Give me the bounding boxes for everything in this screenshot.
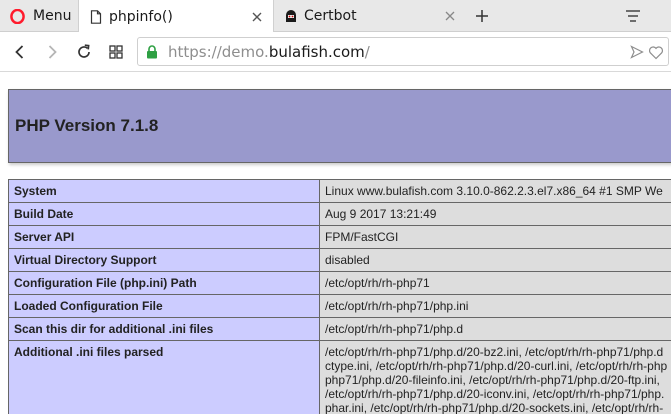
table-row: Loaded Configuration File /etc/opt/rh/rh… (8, 294, 671, 318)
table-row: Configuration File (php.ini) Path /etc/o… (8, 271, 671, 295)
document-icon (90, 9, 102, 24)
table-row: Scan this dir for additional .ini files … (8, 317, 671, 341)
close-tab-icon[interactable] (444, 10, 456, 22)
info-key: Loaded Configuration File (8, 294, 320, 318)
url-path: / (364, 42, 370, 61)
back-arrow-icon[interactable] (10, 42, 30, 62)
bookmark-heart-icon[interactable] (648, 45, 664, 60)
info-value-line: Aug 9 2017 13:21:49 (325, 207, 437, 221)
info-key: Server API (8, 225, 320, 249)
address-toolbar: https://demo. bulafish.com / (0, 32, 671, 72)
close-tab-icon[interactable] (251, 11, 263, 23)
info-value-line: /etc/opt/rh/rh-php71/php.d/20-iconv.ini,… (325, 387, 665, 401)
table-row: Virtual Directory Support disabled (8, 248, 671, 272)
info-value-line: FPM/FastCGI (325, 230, 399, 244)
info-value: /etc/opt/rh/rh-php71/php.d/20-bz2.ini, /… (319, 340, 671, 414)
tab-menu-icon[interactable] (624, 8, 642, 24)
reload-icon[interactable] (74, 42, 94, 62)
info-value-line: ctype.ini, /etc/opt/rh/rh-php71/php.d/20… (325, 359, 668, 373)
url-scheme: https:// (168, 42, 222, 61)
info-key: Virtual Directory Support (8, 248, 320, 272)
php-version-title: PHP Version 7.1.8 (15, 116, 159, 135)
table-row: Additional .ini files parsed /etc/opt/rh… (8, 340, 671, 414)
tab-title: phpinfo() (109, 8, 173, 25)
info-value: /etc/opt/rh/rh-php71/php.d (319, 317, 671, 341)
info-value-line: phar.ini, /etc/opt/rh/rh-php71/php.d/20-… (325, 401, 664, 414)
info-value: Aug 9 2017 13:21:49 (319, 202, 671, 226)
info-value-line: disabled (325, 253, 370, 267)
forward-arrow-icon[interactable] (42, 42, 62, 62)
phpinfo-table: System Linux www.bulafish.com 3.10.0-862… (8, 179, 671, 414)
secure-lock-icon[interactable] (146, 44, 158, 59)
url-domain: bulafish.com (268, 42, 365, 61)
info-key: Scan this dir for additional .ini files (8, 317, 320, 341)
new-tab-plus-icon[interactable] (474, 8, 490, 24)
table-row: Server API FPM/FastCGI (8, 225, 671, 249)
certbot-icon (286, 10, 296, 22)
opera-logo-icon (10, 8, 25, 24)
info-value-line: /etc/opt/rh/rh-php71/php.d (325, 322, 464, 336)
menu-label: Menu (33, 8, 72, 24)
php-version-header: PHP Version 7.1.8 (8, 89, 671, 163)
info-value: Linux www.bulafish.com 3.10.0-862.2.3.el… (319, 179, 671, 203)
info-value: /etc/opt/rh/rh-php71 (319, 271, 671, 295)
tab-title: Certbot (304, 8, 357, 24)
info-value-line: /etc/opt/rh/rh-php71/php.d/20-bz2.ini, /… (325, 345, 664, 359)
page-viewport: PHP Version 7.1.8 System Linux www.bulaf… (0, 73, 671, 414)
table-row: Build Date Aug 9 2017 13:21:49 (8, 202, 671, 226)
info-value-line: php71/php.d/20-fileinfo.ini, /etc/opt/rh… (325, 373, 660, 387)
info-value: /etc/opt/rh/rh-php71/php.ini (319, 294, 671, 318)
url-subdomain: demo. (221, 42, 269, 61)
info-key: Configuration File (php.ini) Path (8, 271, 320, 295)
send-arrow-icon[interactable] (630, 45, 644, 59)
table-row: System Linux www.bulafish.com 3.10.0-862… (8, 179, 671, 203)
info-key: Build Date (8, 202, 320, 226)
tab-phpinfo[interactable]: phpinfo() (78, 0, 274, 33)
address-bar[interactable]: https://demo. bulafish.com / (137, 37, 669, 66)
info-value-line: /etc/opt/rh/rh-php71/php.ini (325, 299, 469, 313)
opera-menu-button[interactable]: Menu (0, 0, 78, 32)
speed-dial-grid-icon[interactable] (106, 42, 126, 62)
tab-bar: Menu phpinfo() Certbot (0, 0, 671, 33)
info-value: disabled (319, 248, 671, 272)
info-value-line: /etc/opt/rh/rh-php71 (325, 276, 430, 290)
info-value-line: Linux www.bulafish.com 3.10.0-862.2.3.el… (325, 184, 663, 198)
tab-certbot[interactable]: Certbot (274, 0, 466, 32)
info-key: Additional .ini files parsed (8, 340, 320, 414)
info-key: System (8, 179, 320, 203)
info-value: FPM/FastCGI (319, 225, 671, 249)
